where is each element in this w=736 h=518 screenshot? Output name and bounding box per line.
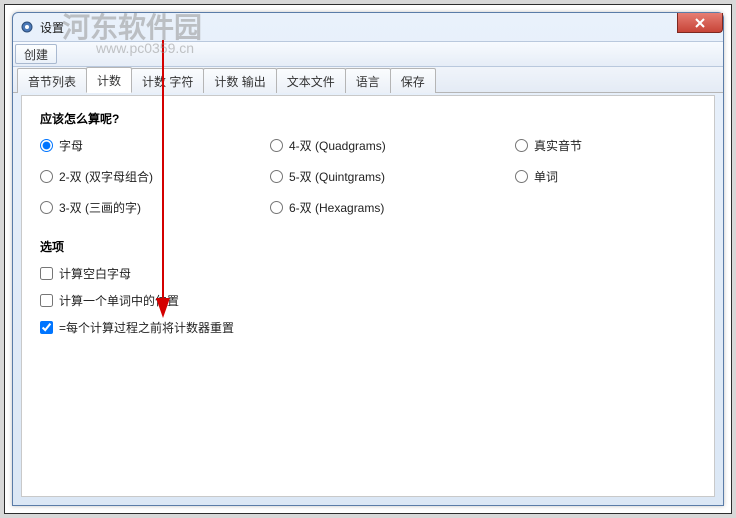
tab-count-output[interactable]: 计数 输出: [203, 68, 276, 93]
how-heading: 应该怎么算呢?: [40, 110, 696, 127]
window-buttons: [678, 13, 723, 33]
radio-real-syllables-input[interactable]: [515, 139, 528, 152]
radio-letters-input[interactable]: [40, 139, 53, 152]
tab-count[interactable]: 计数: [86, 67, 132, 93]
toolbar: 创建: [13, 41, 723, 67]
radio-hexagrams-label: 6-双 (Hexagrams): [289, 199, 384, 216]
radio-trigrams-input[interactable]: [40, 201, 53, 214]
tab-strip: 音节列表 计数 计数 字符 计数 输出 文本文件 语言 保存: [13, 67, 723, 93]
radio-hexagrams-input[interactable]: [270, 201, 283, 214]
radio-real-syllables[interactable]: 真实音节: [515, 137, 582, 154]
create-button[interactable]: 创建: [15, 44, 57, 64]
tab-content: 应该怎么算呢? 字母 2-双 (双字母组合) 3-双 (三画的字) 4-双 (Q…: [21, 95, 715, 497]
radio-bigrams[interactable]: 2-双 (双字母组合): [40, 168, 270, 185]
radio-quadgrams[interactable]: 4-双 (Quadgrams): [270, 137, 515, 154]
check-reset-counter[interactable]: =每个计算过程之前将计数器重置: [40, 319, 696, 336]
radio-trigrams-label: 3-双 (三画的字): [59, 199, 141, 216]
radio-quintgrams-input[interactable]: [270, 170, 283, 183]
radio-trigrams[interactable]: 3-双 (三画的字): [40, 199, 270, 216]
radio-letters[interactable]: 字母: [40, 137, 270, 154]
titlebar[interactable]: 设置: [13, 13, 723, 41]
options-section: 选项 计算空白字母 计算一个单词中的位置 =每个计算过程之前将计数器重置: [40, 238, 696, 336]
settings-window: 设置 创建 音节列表 计数 计数 字符 计数 输出 文本文件 语言 保存 应该怎…: [12, 12, 724, 506]
tab-text-file[interactable]: 文本文件: [276, 68, 346, 93]
radio-quintgrams-label: 5-双 (Quintgrams): [289, 168, 385, 185]
radio-quadgrams-input[interactable]: [270, 139, 283, 152]
check-reset-counter-label: =每个计算过程之前将计数器重置: [59, 319, 234, 336]
radio-hexagrams[interactable]: 6-双 (Hexagrams): [270, 199, 515, 216]
tab-language[interactable]: 语言: [345, 68, 391, 93]
check-reset-counter-input[interactable]: [40, 321, 53, 334]
tab-syllable-list[interactable]: 音节列表: [17, 68, 87, 93]
check-whitespace[interactable]: 计算空白字母: [40, 265, 696, 282]
count-mode-group: 字母 2-双 (双字母组合) 3-双 (三画的字) 4-双 (Quadgrams…: [40, 137, 696, 216]
radio-quintgrams[interactable]: 5-双 (Quintgrams): [270, 168, 515, 185]
check-word-position-input[interactable]: [40, 294, 53, 307]
radio-letters-label: 字母: [59, 137, 83, 154]
options-heading: 选项: [40, 238, 696, 255]
screenshot-frame: 设置 创建 音节列表 计数 计数 字符 计数 输出 文本文件 语言 保存 应该怎…: [4, 4, 732, 514]
radio-words[interactable]: 单词: [515, 168, 582, 185]
radio-real-syllables-label: 真实音节: [534, 137, 582, 154]
radio-bigrams-label: 2-双 (双字母组合): [59, 168, 153, 185]
check-whitespace-label: 计算空白字母: [59, 265, 131, 282]
radio-bigrams-input[interactable]: [40, 170, 53, 183]
radio-words-label: 单词: [534, 168, 558, 185]
close-button[interactable]: [677, 13, 723, 33]
app-icon: [19, 19, 35, 35]
window-title: 设置: [40, 19, 64, 36]
count-pane: 应该怎么算呢? 字母 2-双 (双字母组合) 3-双 (三画的字) 4-双 (Q…: [22, 96, 714, 360]
tab-save[interactable]: 保存: [390, 68, 436, 93]
check-whitespace-input[interactable]: [40, 267, 53, 280]
radio-words-input[interactable]: [515, 170, 528, 183]
check-word-position[interactable]: 计算一个单词中的位置: [40, 292, 696, 309]
check-word-position-label: 计算一个单词中的位置: [59, 292, 179, 309]
tab-count-chars[interactable]: 计数 字符: [131, 68, 204, 93]
radio-quadgrams-label: 4-双 (Quadgrams): [289, 137, 386, 154]
